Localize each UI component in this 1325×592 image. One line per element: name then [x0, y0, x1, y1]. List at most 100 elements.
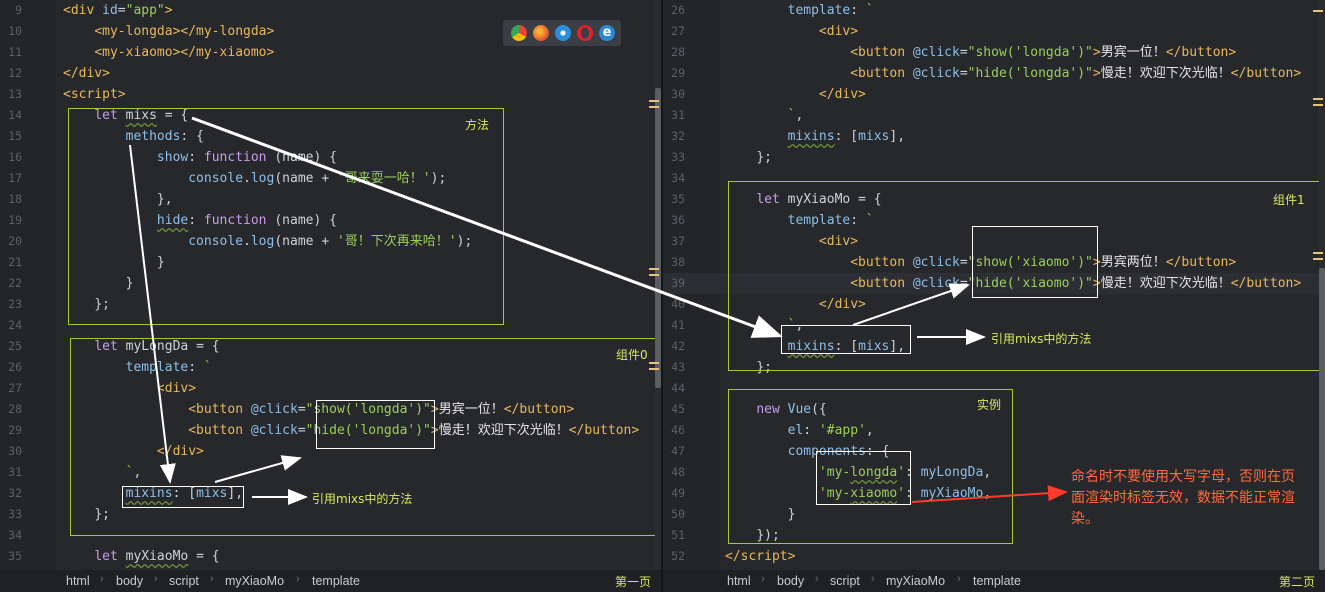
code-line[interactable]: 32 mixins: [mixs],: [663, 126, 1325, 147]
code-text[interactable]: el: '#app',: [725, 420, 874, 441]
code-text[interactable]: hide: function (name) {: [63, 210, 337, 231]
code-line[interactable]: 39 <button @click="hide('xiaomo')">慢走！欢迎…: [663, 273, 1325, 294]
code-line[interactable]: 34: [663, 168, 1325, 189]
code-text[interactable]: console.log(name + '哥来耍一哈！');: [63, 168, 446, 189]
code-line[interactable]: 19 hide: function (name) {: [0, 210, 661, 231]
code-line[interactable]: 35 let myXiaoMo = {: [0, 546, 661, 567]
code-line[interactable]: 30 </div>: [0, 441, 661, 462]
code-line[interactable]: 33 };: [663, 147, 1325, 168]
code-text[interactable]: });: [725, 525, 779, 546]
scrollbar-thumb[interactable]: [1319, 268, 1325, 570]
code-text[interactable]: <div id="app">: [63, 0, 173, 21]
ie-icon[interactable]: e: [599, 25, 615, 41]
code-text[interactable]: template: `: [63, 357, 212, 378]
code-line[interactable]: 26 template: `: [0, 357, 661, 378]
code-text[interactable]: template: `: [725, 210, 874, 231]
code-line[interactable]: 35 let myXiaoMo = {: [663, 189, 1325, 210]
code-text[interactable]: };: [725, 357, 772, 378]
breadcrumb-body[interactable]: body: [116, 574, 143, 588]
code-text[interactable]: <script>: [63, 84, 126, 105]
breadcrumb-template[interactable]: template: [973, 574, 1021, 588]
code-line[interactable]: 12 </div>: [0, 63, 661, 84]
code-text[interactable]: components: {: [725, 441, 890, 462]
code-text[interactable]: let myLongDa = {: [63, 336, 219, 357]
breadcrumb-myxiaomo[interactable]: myXiaoMo: [225, 574, 284, 588]
code-text[interactable]: };: [725, 147, 772, 168]
code-line[interactable]: 30 </div>: [663, 84, 1325, 105]
code-text[interactable]: mixins: [mixs],: [63, 483, 243, 504]
scrollbar-right[interactable]: [1319, 0, 1325, 570]
code-line[interactable]: 31 `,: [0, 462, 661, 483]
code-line[interactable]: 20 console.log(name + '哥！下次再来哈！');: [0, 231, 661, 252]
code-line[interactable]: 40 </div>: [663, 294, 1325, 315]
code-text[interactable]: let mixs = {: [63, 105, 188, 126]
code-line[interactable]: 17 console.log(name + '哥来耍一哈！');: [0, 168, 661, 189]
breadcrumb-body[interactable]: body: [777, 574, 804, 588]
code-text[interactable]: console.log(name + '哥！下次再来哈！');: [63, 231, 472, 252]
breadcrumb-script[interactable]: script: [830, 574, 860, 588]
chrome-icon[interactable]: [511, 25, 527, 41]
safari-icon[interactable]: [555, 25, 571, 41]
code-line[interactable]: 24: [0, 315, 661, 336]
code-line[interactable]: 16 show: function (name) {: [0, 147, 661, 168]
code-line[interactable]: 37 <div>: [663, 231, 1325, 252]
editor-pane-left[interactable]: 9 <div id="app"> 10 <my-longda></my-longda…: [0, 0, 661, 592]
code-line[interactable]: 25 let myLongDa = {: [0, 336, 661, 357]
code-line[interactable]: 21 }: [0, 252, 661, 273]
code-line[interactable]: 36 template: `: [663, 210, 1325, 231]
code-line[interactable]: 34: [0, 525, 661, 546]
opera-icon[interactable]: [577, 25, 593, 41]
breadcrumb-script[interactable]: script: [169, 574, 199, 588]
code-text[interactable]: <button @click="hide('longda')">慢走！欢迎下次光…: [725, 63, 1301, 84]
code-text[interactable]: }: [725, 504, 796, 525]
code-line[interactable]: 33 };: [0, 504, 661, 525]
breadcrumb-html[interactable]: html: [727, 574, 751, 588]
code-line[interactable]: 23 };: [0, 294, 661, 315]
breadcrumb-html[interactable]: html: [66, 574, 90, 588]
code-line[interactable]: 22 }: [0, 273, 661, 294]
code-text[interactable]: <div>: [725, 231, 858, 252]
code-text[interactable]: <div>: [725, 21, 858, 42]
code-text[interactable]: let myXiaoMo = {: [63, 546, 219, 567]
breadcrumb-myxiaomo[interactable]: myXiaoMo: [886, 574, 945, 588]
code-line[interactable]: 47 components: {: [663, 441, 1325, 462]
code-text[interactable]: </div>: [63, 441, 204, 462]
code-text[interactable]: mixins: [mixs],: [725, 336, 905, 357]
code-text[interactable]: </div>: [725, 294, 866, 315]
code-text[interactable]: <my-xiaomo></my-xiaomo>: [63, 42, 274, 63]
code-text[interactable]: show: function (name) {: [63, 147, 337, 168]
code-text[interactable]: <button @click="show('xiaomo')">男宾两位！</b…: [725, 252, 1236, 273]
code-text[interactable]: </div>: [63, 63, 110, 84]
code-text[interactable]: <my-longda></my-longda>: [63, 21, 274, 42]
code-text[interactable]: let myXiaoMo = {: [725, 189, 881, 210]
code-text[interactable]: <div>: [63, 378, 196, 399]
code-text[interactable]: `,: [63, 462, 142, 483]
code-text[interactable]: <button @click="hide('xiaomo')">慢走！欢迎下次光…: [725, 273, 1301, 294]
code-text[interactable]: 'my-longda': myLongDa,: [725, 462, 991, 483]
code-line[interactable]: 29 <button @click="hide('longda')">慢走！欢迎…: [663, 63, 1325, 84]
breadcrumb-template[interactable]: template: [312, 574, 360, 588]
code-text[interactable]: };: [63, 294, 110, 315]
firefox-icon[interactable]: [533, 25, 549, 41]
code-text[interactable]: template: `: [725, 0, 874, 21]
code-line[interactable]: 9 <div id="app">: [0, 0, 661, 21]
code-text[interactable]: `,: [725, 315, 804, 336]
code-text[interactable]: <button @click="show('longda')">男宾一位！</b…: [63, 399, 574, 420]
code-line[interactable]: 43 };: [663, 357, 1325, 378]
code-text[interactable]: `,: [725, 105, 804, 126]
code-text[interactable]: };: [63, 504, 110, 525]
code-text[interactable]: new Vue({: [725, 399, 826, 420]
code-line[interactable]: 27 <div>: [0, 378, 661, 399]
code-text[interactable]: mixins: [mixs],: [725, 126, 905, 147]
code-text[interactable]: methods: {: [63, 126, 204, 147]
code-line[interactable]: 14 let mixs = {: [0, 105, 661, 126]
code-line[interactable]: 27 <div>: [663, 21, 1325, 42]
code-text[interactable]: <button @click="hide('longda')">慢走！欢迎下次光…: [63, 420, 639, 441]
code-text[interactable]: <button @click="show('longda')">男宾一位！</b…: [725, 42, 1236, 63]
code-line[interactable]: 52 </script>: [663, 546, 1325, 567]
code-text[interactable]: },: [63, 189, 173, 210]
code-line[interactable]: 31 `,: [663, 105, 1325, 126]
code-line[interactable]: 13 <script>: [0, 84, 661, 105]
code-text[interactable]: </script>: [725, 546, 795, 567]
editor-pane-right[interactable]: 26 template: ` 27 <div> 28 <button @click=…: [663, 0, 1325, 592]
